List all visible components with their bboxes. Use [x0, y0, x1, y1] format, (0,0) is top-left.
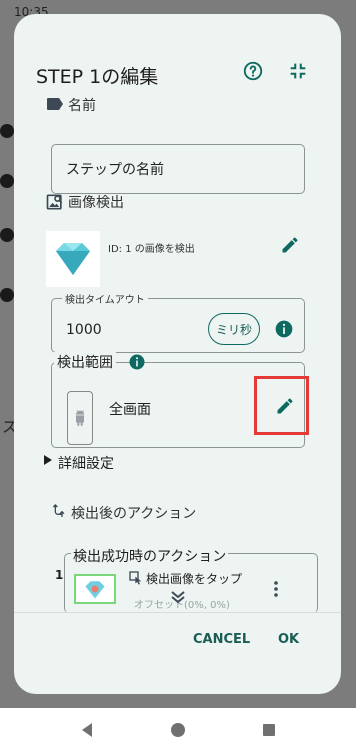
- navigation-bar: [0, 708, 356, 752]
- name-section-label: 名前: [68, 98, 96, 114]
- branch-icon: [52, 504, 65, 517]
- post-actions-label: 検出後のアクション: [71, 506, 197, 522]
- tap-icon: [129, 571, 142, 585]
- phone-screen-icon: [67, 391, 93, 445]
- scroll-more-icon[interactable]: [170, 590, 186, 604]
- more-options-icon[interactable]: [270, 580, 282, 598]
- background-item-icon: [0, 174, 14, 188]
- edit-image-icon[interactable]: [280, 235, 300, 255]
- image-detection-description: ID: 1 の画像を検出: [108, 244, 195, 255]
- dialog-title: STEP 1の編集: [36, 66, 159, 88]
- home-icon[interactable]: [170, 722, 186, 738]
- timeout-unit-button[interactable]: ミリ秒: [208, 313, 260, 345]
- step-name-placeholder: ステップの名前: [66, 162, 164, 178]
- image-search-icon: [46, 194, 63, 210]
- highlight-box: [254, 376, 309, 435]
- action-image-thumbnail[interactable]: [74, 574, 116, 604]
- cancel-button[interactable]: CANCEL: [193, 632, 250, 647]
- diamond-image: [56, 243, 90, 275]
- background-item-icon: [0, 288, 14, 302]
- success-actions-legend: 検出成功時のアクション: [71, 546, 229, 566]
- background-item-icon: [0, 228, 14, 242]
- timeout-value[interactable]: 1000: [66, 322, 102, 338]
- label-tag-icon: [47, 98, 63, 110]
- detection-area-info-icon[interactable]: [128, 353, 146, 371]
- recents-icon[interactable]: [261, 722, 277, 738]
- timeout-legend: 検出タイムアウト: [62, 291, 148, 306]
- ok-button[interactable]: OK: [278, 632, 299, 647]
- detection-area-value: 全画面: [109, 402, 151, 418]
- back-icon[interactable]: [80, 722, 96, 738]
- timeout-info-icon[interactable]: [274, 319, 294, 339]
- expand-arrow-icon[interactable]: [44, 455, 52, 465]
- collapse-icon[interactable]: [287, 60, 309, 82]
- image-detection-label: 画像検出: [68, 195, 124, 211]
- action-index: 1: [55, 568, 64, 582]
- dialog-divider: [14, 612, 341, 613]
- step-name-input[interactable]: ステップの名前: [51, 144, 305, 194]
- android-icon: [75, 410, 85, 426]
- step-edit-dialog: STEP 1の編集 名前 ステップの名前 画像検出 ID: 1 の画像を検出 検…: [14, 14, 341, 694]
- action-title: 検出画像をタップ: [146, 572, 243, 586]
- advanced-settings-toggle[interactable]: 詳細設定: [58, 453, 114, 473]
- action-diamond-image: [85, 581, 105, 599]
- background-item-icon: [0, 124, 14, 138]
- detection-area-legend: 検出範囲: [54, 352, 116, 372]
- help-icon[interactable]: [242, 60, 264, 82]
- detection-image-thumbnail[interactable]: [46, 231, 100, 287]
